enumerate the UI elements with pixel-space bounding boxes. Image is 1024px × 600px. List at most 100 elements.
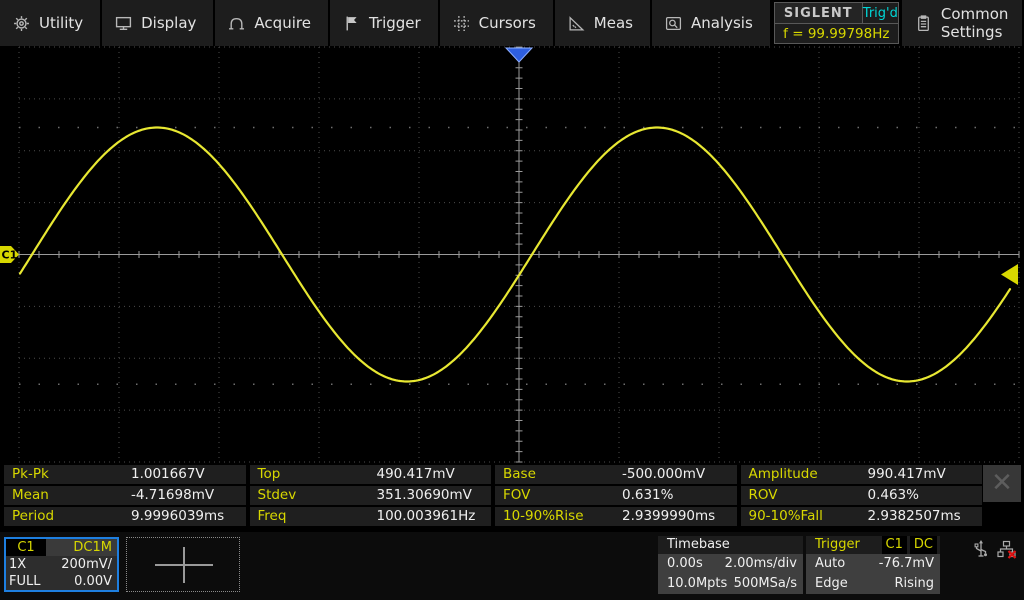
measurement-value: 9.9996039ms xyxy=(131,508,224,524)
measurement-cell-amplitude: Amplitude 990.417mV xyxy=(741,465,983,484)
menu-utility-label: Utility xyxy=(39,14,83,32)
menu-display-label: Display xyxy=(141,14,196,32)
measurement-label: 90-10%Fall xyxy=(749,508,823,524)
channel1-name-chip: C1 xyxy=(6,539,46,556)
svg-text:C1: C1 xyxy=(2,249,18,262)
timebase-delay: 0.00s xyxy=(667,554,703,574)
menu-meas-label: Meas xyxy=(594,14,633,32)
measurement-label: Amplitude xyxy=(749,466,818,482)
menu-analysis-label: Analysis xyxy=(691,14,753,32)
measurement-value: 2.9399990ms xyxy=(622,508,715,524)
trigger-status-badge: Trig'd xyxy=(863,3,898,23)
channel1-probe: 1X xyxy=(6,556,26,573)
measurement-value: 490.417mV xyxy=(377,466,455,482)
timebase-descriptor-box[interactable]: Timebase 0.00s 2.00ms/div 10.0Mpts 500MS… xyxy=(658,536,803,594)
gear-icon xyxy=(13,15,30,32)
measurement-label: Period xyxy=(12,508,54,524)
channel1-offset: 0.00V xyxy=(40,573,117,590)
plus-icon xyxy=(183,547,185,583)
measurement-row: Mean -4.71698mV Stdev 351.30690mV FOV 0.… xyxy=(4,486,982,505)
channel1-bandwidth: FULL xyxy=(6,573,40,590)
trigger-level-marker[interactable] xyxy=(1001,264,1018,285)
menu-cursors-label: Cursors xyxy=(479,14,536,32)
arch-icon xyxy=(228,15,245,32)
measurement-cell-fov: FOV 0.631% xyxy=(495,486,737,505)
measurement-label: Mean xyxy=(12,487,49,503)
measurement-row: Pk-Pk 1.001667V Top 490.417mV Base -500.… xyxy=(4,465,982,484)
menu-utility[interactable]: Utility xyxy=(0,0,100,46)
measurement-label: Top xyxy=(258,466,281,482)
trigger-slope: Rising xyxy=(848,574,934,594)
measurement-cell-pkpk: Pk-Pk 1.001667V xyxy=(4,465,246,484)
measurement-cell-period: Period 9.9996039ms xyxy=(4,507,246,526)
measurement-close-button[interactable]: ✕ xyxy=(983,465,1021,502)
measurement-cell-top: Top 490.417mV xyxy=(250,465,492,484)
trigger-position-marker[interactable] xyxy=(506,48,532,62)
trigger-mode: Auto xyxy=(815,554,845,574)
menu-cursors[interactable]: Cursors xyxy=(440,0,553,46)
center-axes xyxy=(19,47,1019,462)
measurement-label: FOV xyxy=(503,487,530,503)
measurement-value: 0.463% xyxy=(868,487,919,503)
channel1-scale: 200mV/ xyxy=(26,556,117,573)
timebase-samplerate: 500MSa/s xyxy=(727,574,797,594)
clipboard-icon xyxy=(915,15,932,32)
waveform-display[interactable]: C1 xyxy=(0,46,1024,464)
measurement-label: 10-90%Rise xyxy=(503,508,584,524)
menu-acquire[interactable]: Acquire xyxy=(215,0,328,46)
measurement-label: Base xyxy=(503,466,536,482)
measurement-cell-stdev: Stdev 351.30690mV xyxy=(250,486,492,505)
status-icons xyxy=(972,540,1017,563)
channel1-coupling: DC1M xyxy=(46,539,117,556)
magnifier-icon xyxy=(665,15,682,32)
trigger-descriptor-box[interactable]: Trigger C1 DC Auto -76.7mV Edge Rising xyxy=(806,536,940,594)
brand-status-box: SIGLENT Trig'd f = 99.99798Hz xyxy=(774,2,899,44)
timebase-title: Timebase xyxy=(658,536,803,554)
grid-icon xyxy=(453,15,470,32)
timebase-memory: 10.0Mpts xyxy=(667,574,727,594)
menu-trigger[interactable]: Trigger xyxy=(330,0,438,46)
measurement-value: 990.417mV xyxy=(868,466,946,482)
measurement-value: 100.003961Hz xyxy=(377,508,476,524)
measurement-label: Pk-Pk xyxy=(12,466,49,482)
measurement-cell-base: Base -500.000mV xyxy=(495,465,737,484)
measurement-table: Pk-Pk 1.001667V Top 490.417mV Base -500.… xyxy=(4,465,982,528)
measurement-value: 1.001667V xyxy=(131,466,205,482)
measurement-cell-freq: Freq 100.003961Hz xyxy=(250,507,492,526)
measurement-value: -500.000mV xyxy=(622,466,705,482)
menu-meas[interactable]: Meas xyxy=(555,0,650,46)
channel-zero-marker[interactable]: C1 xyxy=(0,246,19,263)
menu-common-settings-label: Common Settings xyxy=(941,5,1012,41)
measurement-cell-rise: 10-90%Rise 2.9399990ms xyxy=(495,507,737,526)
measurement-cell-rov: ROV 0.463% xyxy=(741,486,983,505)
measurement-label: ROV xyxy=(749,487,778,503)
trigger-title: Trigger xyxy=(815,536,879,554)
monitor-icon xyxy=(115,15,132,32)
menu-bar: Utility Display Acquire Trigger Cursors xyxy=(0,0,1024,46)
menu-display[interactable]: Display xyxy=(102,0,213,46)
measurement-value: 0.631% xyxy=(622,487,673,503)
measurement-cell-fall: 90-10%Fall 2.9382507ms xyxy=(741,507,983,526)
measurement-value: 351.30690mV xyxy=(377,487,472,503)
measurement-row: Period 9.9996039ms Freq 100.003961Hz 10-… xyxy=(4,507,982,526)
timebase-scale: 2.00ms/div xyxy=(703,554,797,574)
menu-trigger-label: Trigger xyxy=(369,14,421,32)
usb-icon[interactable] xyxy=(972,540,990,563)
flag-icon xyxy=(343,15,360,32)
ruler-icon xyxy=(568,15,585,32)
siglent-logo: SIGLENT xyxy=(775,3,863,23)
measurement-label: Freq xyxy=(258,508,287,524)
frequency-readout: f = 99.99798Hz xyxy=(775,24,898,43)
empty-channel-slot[interactable] xyxy=(126,537,240,592)
menu-analysis[interactable]: Analysis xyxy=(652,0,770,46)
trigger-source-chip: C1 xyxy=(882,536,907,554)
measurement-cell-mean: Mean -4.71698mV xyxy=(4,486,246,505)
trigger-level: -76.7mV xyxy=(845,554,934,574)
measurement-label: Stdev xyxy=(258,487,297,503)
lan-disconnected-icon[interactable] xyxy=(997,540,1017,563)
menu-acquire-label: Acquire xyxy=(254,14,311,32)
menu-common-settings[interactable]: Common Settings xyxy=(902,0,1022,46)
trigger-coupling-chip: DC xyxy=(910,536,937,554)
channel1-descriptor-box[interactable]: C1 DC1M 1X 200mV/ FULL 0.00V xyxy=(4,537,119,592)
oscilloscope-screen: Utility Display Acquire Trigger Cursors xyxy=(0,0,1024,600)
